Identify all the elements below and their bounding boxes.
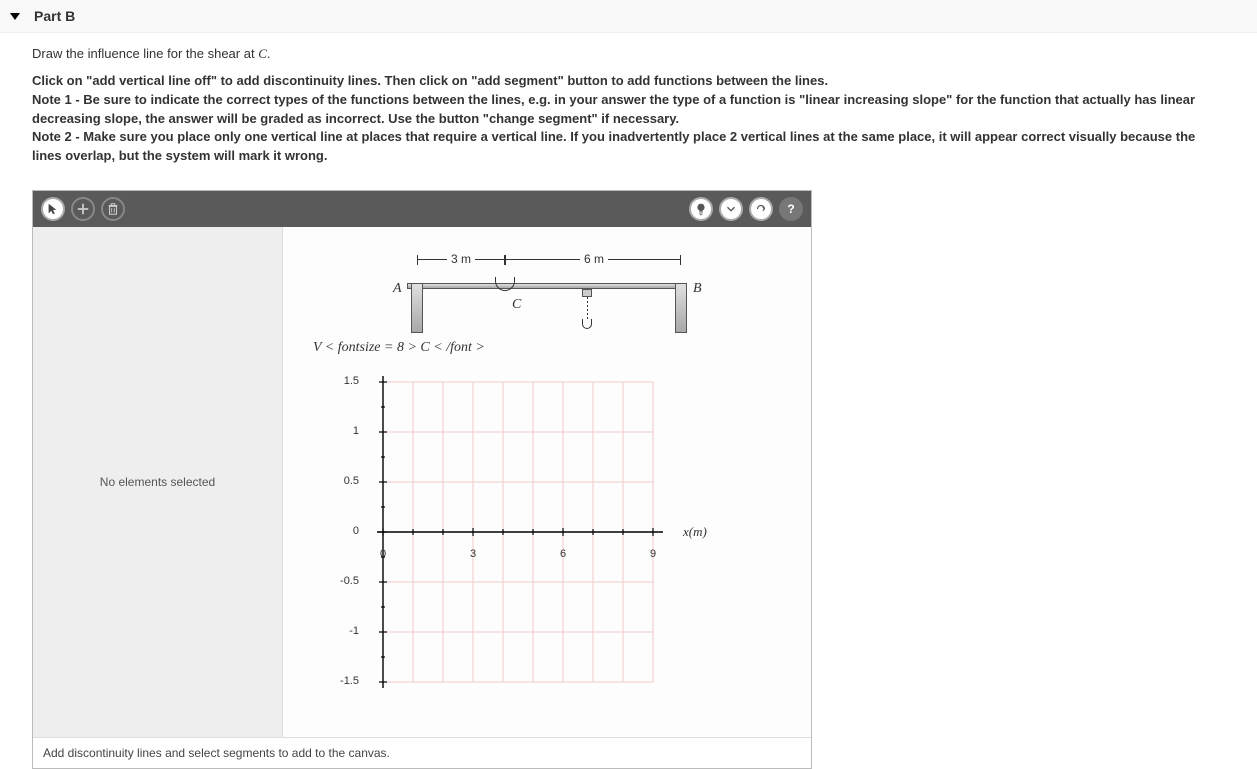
main-canvas[interactable]: 3 m 6 m A B C V < fontsize = 8 > bbox=[283, 227, 811, 737]
lightbulb-icon bbox=[694, 202, 708, 216]
support-b bbox=[675, 283, 687, 333]
beam bbox=[407, 283, 687, 289]
instructions: Draw the influence line for the shear at… bbox=[0, 33, 1257, 184]
delete-tool-button[interactable] bbox=[101, 197, 125, 221]
workspace: No elements selected 3 m 6 m A bbox=[33, 227, 811, 737]
label-b: B bbox=[693, 281, 702, 297]
part-header[interactable]: Part B bbox=[0, 0, 1257, 33]
x-axis-label: x(m) bbox=[683, 524, 707, 540]
part-title: Part B bbox=[34, 8, 75, 24]
plus-icon bbox=[76, 202, 90, 216]
dimension-3m: 3 m bbox=[447, 252, 475, 266]
redo-icon bbox=[754, 202, 768, 216]
help-button[interactable]: ? bbox=[779, 197, 803, 221]
label-a: A bbox=[393, 281, 402, 297]
plot-area[interactable]: 1.5 1 0.5 0 -0.5 -1 -1.5 0 3 6 9 x(m) bbox=[363, 362, 733, 702]
selection-sidebar: No elements selected bbox=[33, 227, 283, 737]
label-c: C bbox=[512, 297, 521, 313]
support-a bbox=[411, 283, 423, 333]
question-icon: ? bbox=[787, 202, 794, 216]
hook-icon bbox=[582, 289, 592, 329]
instruction-line-1: Draw the influence line for the shear at… bbox=[32, 45, 1225, 64]
cursor-tool-button[interactable] bbox=[41, 197, 65, 221]
trash-icon bbox=[106, 202, 120, 216]
instruction-notes: Click on "add vertical line off" to add … bbox=[32, 72, 1225, 166]
plot-grid[interactable] bbox=[363, 362, 673, 702]
toolbar: ? bbox=[33, 191, 811, 227]
add-tool-button[interactable] bbox=[71, 197, 95, 221]
y-axis-title: V < fontsize = 8 > C < /font > bbox=[313, 340, 801, 356]
selection-status: No elements selected bbox=[100, 475, 215, 489]
y-axis-ticks: 1.5 1 0.5 0 -0.5 -1 -1.5 bbox=[323, 362, 359, 702]
beam-diagram: 3 m 6 m A B C bbox=[367, 241, 727, 336]
collapse-triangle-icon[interactable] bbox=[10, 13, 20, 20]
hint-button[interactable] bbox=[689, 197, 713, 221]
dimension-6m: 6 m bbox=[580, 252, 608, 266]
drawing-widget: ? No elements selected 3 m 6 m bbox=[32, 190, 812, 769]
redo-button[interactable] bbox=[749, 197, 773, 221]
dropdown-button[interactable] bbox=[719, 197, 743, 221]
cursor-icon bbox=[46, 202, 60, 216]
footer-message: Add discontinuity lines and select segme… bbox=[33, 737, 811, 768]
chevron-down-icon bbox=[724, 202, 738, 216]
